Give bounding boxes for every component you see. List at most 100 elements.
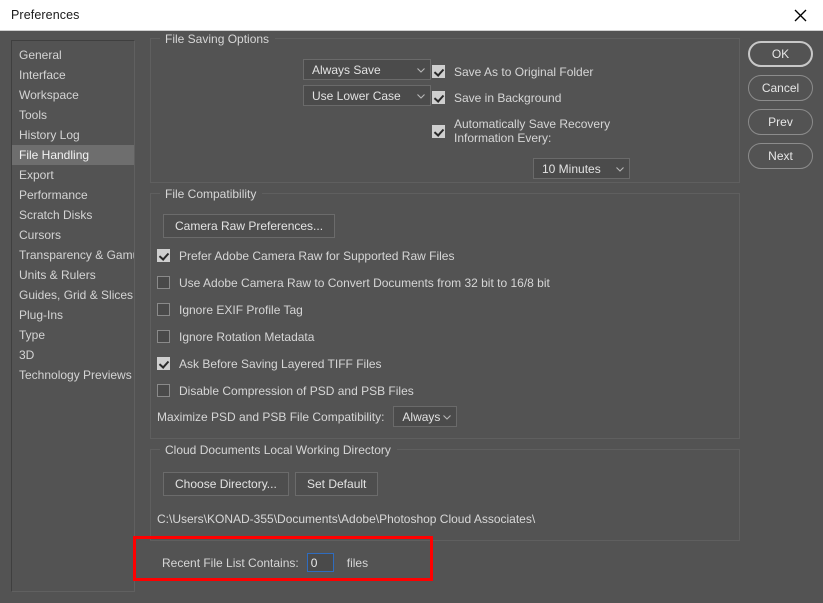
sidebar-item-type[interactable]: Type: [12, 325, 134, 345]
sidebar-item-label: File Handling: [19, 148, 90, 162]
sidebar-item-guides-grid-slices[interactable]: Guides, Grid & Slices: [12, 285, 134, 305]
button-label: Prev: [768, 115, 793, 129]
recent-file-list-label: Recent File List Contains:: [162, 555, 299, 570]
maximize-compatibility-select[interactable]: Always: [393, 406, 458, 427]
sidebar-item-history-log[interactable]: History Log: [12, 125, 134, 145]
sidebar-item-transparency-gamut[interactable]: Transparency & Gamut: [12, 245, 134, 265]
sidebar-item-technology-previews[interactable]: Technology Previews: [12, 365, 134, 385]
image-previews-value: Always Save: [312, 62, 381, 77]
dialog-action-buttons: OK Cancel Prev Next: [748, 41, 814, 177]
file-extension-value: Use Lower Case: [312, 88, 401, 103]
sidebar-item-label: Guides, Grid & Slices: [19, 288, 134, 302]
sidebar-item-label: Interface: [19, 68, 66, 82]
camera-raw-preferences-button[interactable]: Camera Raw Preferences...: [163, 214, 336, 238]
sidebar-item-label: Export: [19, 168, 54, 182]
compat-checkbox-label: Prefer Adobe Camera Raw for Supported Ra…: [179, 249, 455, 263]
compat-checkbox-5[interactable]: [157, 384, 170, 397]
compat-checkbox-2[interactable]: [157, 303, 170, 316]
set-default-button[interactable]: Set Default: [295, 472, 379, 496]
sidebar-item-label: General: [19, 48, 62, 62]
button-label: Cancel: [761, 81, 800, 95]
close-icon[interactable]: [777, 0, 823, 30]
sidebar-item-interface[interactable]: Interface: [12, 65, 134, 85]
recovery-interval-select[interactable]: 10 Minutes: [533, 158, 630, 179]
sidebar-item-cursors[interactable]: Cursors: [12, 225, 134, 245]
compat-checkbox-3[interactable]: [157, 330, 170, 343]
compat-checkbox-label: Ignore Rotation Metadata: [179, 330, 315, 344]
sidebar-item-label: Type: [19, 328, 46, 342]
checkbox-row[interactable]: Prefer Adobe Camera Raw for Supported Ra…: [157, 249, 717, 263]
preferences-content: File Saving Options Image Previews: Alwa…: [150, 32, 740, 572]
sidebar-item-label: Performance: [19, 188, 88, 202]
auto-save-recovery-row[interactable]: Automatically Save Recovery Information …: [432, 117, 647, 145]
recent-file-list-suffix: files: [346, 555, 369, 570]
chevron-down-icon: [443, 414, 452, 420]
maximize-compatibility-label: Maximize PSD and PSB File Compatibility:: [157, 409, 385, 424]
file-saving-options-legend: File Saving Options: [160, 32, 276, 46]
save-in-background-row[interactable]: Save in Background: [432, 91, 561, 105]
recent-file-list-input[interactable]: [306, 553, 334, 572]
image-previews-select[interactable]: Always Save: [303, 59, 431, 80]
checkbox-row[interactable]: Ignore Rotation Metadata: [157, 330, 717, 344]
category-sidebar[interactable]: General Interface Workspace Tools History Lo…: [11, 40, 135, 592]
sidebar-item-label: Plug-Ins: [19, 308, 64, 322]
next-button[interactable]: Next: [748, 143, 813, 169]
preferences-dialog: Preferences General Interface Workspace Too…: [0, 0, 823, 603]
sidebar-item-label: Technology Previews: [19, 368, 132, 382]
cancel-button[interactable]: Cancel: [748, 75, 813, 101]
sidebar-item-plug-ins[interactable]: Plug-Ins: [12, 305, 134, 325]
sidebar-item-label: 3D: [19, 348, 35, 362]
checkbox-row[interactable]: Disable Compression of PSD and PSB Files: [157, 384, 717, 398]
sidebar-item-label: History Log: [19, 128, 80, 142]
chevron-down-icon: [616, 166, 624, 172]
auto-save-recovery-checkbox[interactable]: [432, 124, 445, 138]
cloud-documents-group: Cloud Documents Local Working Directory …: [150, 443, 740, 541]
sidebar-item-label: Units & Rulers: [19, 268, 96, 282]
sidebar-item-tools[interactable]: Tools: [12, 105, 134, 125]
auto-save-recovery-label: Automatically Save Recovery Information …: [454, 117, 611, 145]
sidebar-item-file-handling[interactable]: File Handling: [12, 145, 134, 165]
window-title: Preferences: [11, 8, 80, 22]
file-compatibility-group: File Compatibility Camera Raw Preference…: [150, 187, 740, 439]
file-saving-options-group: File Saving Options Image Previews: Alwa…: [150, 32, 740, 183]
compat-checkbox-0[interactable]: [157, 249, 170, 262]
save-as-original-folder-label: Save As to Original Folder: [454, 65, 594, 79]
compat-checkbox-1[interactable]: [157, 276, 170, 289]
file-extension-select[interactable]: Use Lower Case: [303, 85, 431, 106]
sidebar-item-label: Workspace: [19, 88, 79, 102]
compat-checkbox-label: Use Adobe Camera Raw to Convert Document…: [179, 276, 550, 290]
save-as-original-folder-checkbox[interactable]: [432, 65, 445, 78]
button-label: OK: [771, 47, 790, 61]
maximize-compatibility-value: Always: [402, 409, 441, 424]
cloud-working-directory-path: C:\Users\KONAD-355\Documents\Adobe\Photo…: [157, 512, 536, 526]
compat-checkbox-label: Ask Before Saving Layered TIFF Files: [179, 357, 382, 371]
title-bar: Preferences: [0, 0, 823, 31]
sidebar-item-scratch-disks[interactable]: Scratch Disks: [12, 205, 134, 225]
sidebar-item-label: Tools: [19, 108, 48, 122]
sidebar-item-workspace[interactable]: Workspace: [12, 85, 134, 105]
ok-button[interactable]: OK: [748, 41, 813, 67]
file-compatibility-legend: File Compatibility: [160, 187, 263, 201]
chevron-down-icon: [417, 67, 425, 73]
save-in-background-checkbox[interactable]: [432, 91, 445, 104]
compat-checkbox-4[interactable]: [157, 357, 170, 370]
sidebar-item-performance[interactable]: Performance: [12, 185, 134, 205]
recovery-interval-value: 10 Minutes: [542, 161, 601, 176]
prev-button[interactable]: Prev: [748, 109, 813, 135]
button-label: Next: [768, 149, 793, 163]
sidebar-item-units-rulers[interactable]: Units & Rulers: [12, 265, 134, 285]
save-in-background-label: Save in Background: [454, 91, 562, 105]
sidebar-item-3d[interactable]: 3D: [12, 345, 134, 365]
sidebar-item-label: Scratch Disks: [19, 208, 93, 222]
sidebar-item-export[interactable]: Export: [12, 165, 134, 185]
checkbox-row[interactable]: Ask Before Saving Layered TIFF Files: [157, 357, 717, 371]
save-as-original-folder-row[interactable]: Save As to Original Folder: [432, 65, 593, 79]
checkbox-row[interactable]: Ignore EXIF Profile Tag: [157, 303, 717, 317]
sidebar-item-general[interactable]: General: [12, 45, 134, 65]
chevron-down-icon: [417, 93, 425, 99]
checkbox-row[interactable]: Use Adobe Camera Raw to Convert Document…: [157, 276, 717, 290]
sidebar-item-label: Cursors: [19, 228, 62, 242]
choose-directory-button[interactable]: Choose Directory...: [163, 472, 289, 496]
compat-checkbox-label: Disable Compression of PSD and PSB Files: [179, 384, 414, 398]
recent-file-list-row: Recent File List Contains: files: [162, 553, 740, 572]
